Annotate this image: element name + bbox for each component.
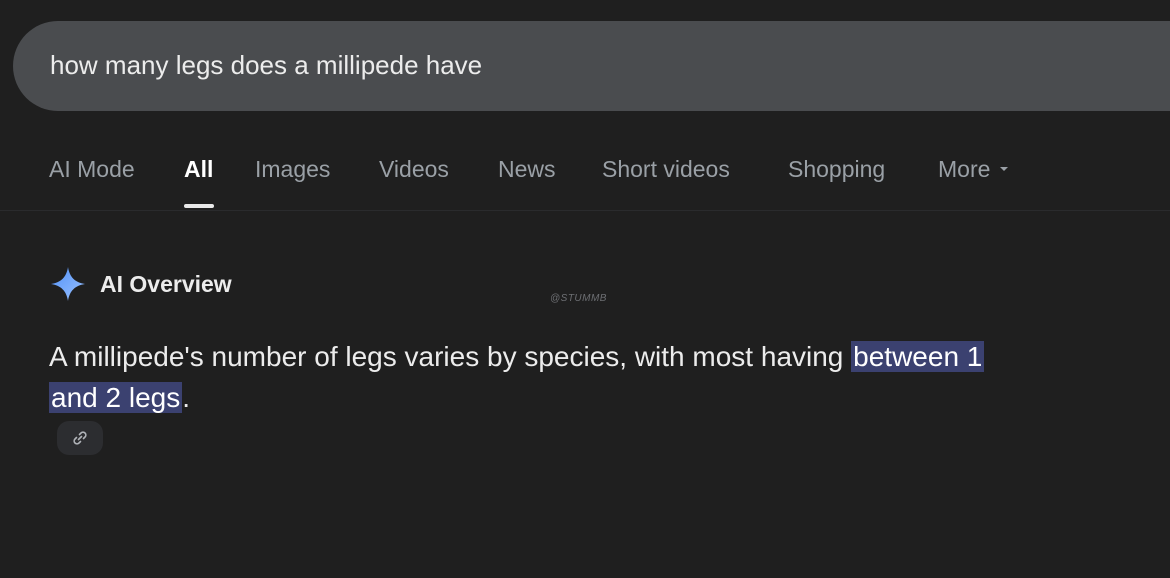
sparkle-icon	[51, 267, 85, 301]
tab-images[interactable]: Images	[255, 156, 330, 183]
source-link-button[interactable]	[57, 421, 103, 455]
caret-down-icon	[1000, 166, 1009, 171]
search-bar[interactable]	[13, 21, 1170, 111]
tab-videos[interactable]: Videos	[379, 156, 449, 183]
active-tab-indicator	[184, 204, 214, 208]
answer-text: A millipede's number of legs varies by s…	[49, 341, 852, 372]
tab-news[interactable]: News	[498, 156, 556, 183]
answer-highlight: between 1	[851, 341, 985, 372]
answer-period: .	[182, 382, 190, 413]
ai-overview-header: AI Overview	[50, 266, 232, 302]
watermark: @STUMMB	[550, 293, 607, 304]
ai-overview-title: AI Overview	[100, 270, 232, 297]
tab-more[interactable]: More	[938, 156, 1009, 183]
answer-highlight: and 2 legs	[49, 382, 183, 413]
tab-short-videos[interactable]: Short videos	[602, 156, 730, 183]
search-input[interactable]	[50, 49, 950, 81]
link-icon	[73, 431, 87, 445]
ai-overview-answer: A millipede's number of legs varies by s…	[49, 336, 1159, 418]
search-tabs: AI Mode All Images Videos News Short vid…	[0, 140, 1170, 211]
tab-shopping[interactable]: Shopping	[788, 156, 885, 183]
tab-ai-mode[interactable]: AI Mode	[49, 156, 135, 183]
tab-all[interactable]: All	[184, 156, 213, 183]
tab-more-label: More	[938, 156, 991, 182]
